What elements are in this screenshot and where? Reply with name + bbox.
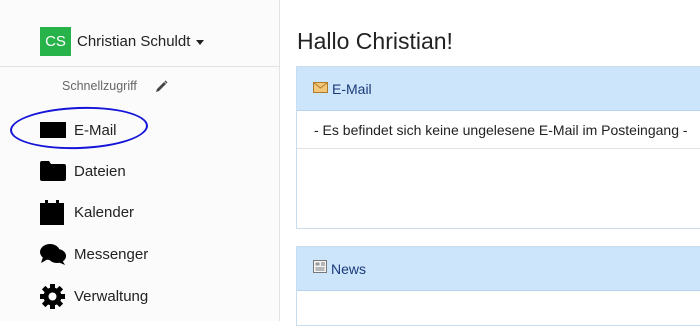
email-panel: E-Mail - Es befindet sich keine ungelese… xyxy=(296,66,700,229)
quick-access: Schnellzugriff xyxy=(62,79,168,93)
sidebar-item-dateien[interactable]: Dateien xyxy=(40,157,126,185)
email-panel-header[interactable]: E-Mail xyxy=(297,67,700,111)
sidebar-item-verwaltung[interactable]: Verwaltung xyxy=(40,282,148,310)
user-menu[interactable]: CS Christian Schuldt xyxy=(40,26,205,56)
news-panel-title: News xyxy=(331,260,367,277)
envelope-icon xyxy=(40,118,66,142)
email-status-message: - Es befindet sich keine ungelesene E-Ma… xyxy=(297,111,700,149)
sidebar-divider xyxy=(0,66,279,67)
calendar-icon xyxy=(40,199,66,225)
sidebar-item-label: Verwaltung xyxy=(74,287,149,305)
sidebar-item-label: Messenger xyxy=(74,245,149,263)
chat-icon xyxy=(40,242,66,266)
quick-access-label: Schnellzugriff xyxy=(62,79,137,93)
caret-down-icon xyxy=(196,39,205,45)
sidebar-item-label: E-Mail xyxy=(74,121,117,139)
folder-icon xyxy=(40,159,66,183)
sidebar-item-email[interactable]: E-Mail xyxy=(40,116,117,144)
sidebar-item-kalender[interactable]: Kalender xyxy=(40,198,134,226)
sidebar-item-label: Kalender xyxy=(74,203,135,221)
user-name: Christian Schuldt xyxy=(77,32,191,50)
gear-icon xyxy=(40,283,66,309)
news-panel-header[interactable]: News xyxy=(297,247,700,291)
news-panel: News xyxy=(296,246,700,326)
avatar: CS xyxy=(40,26,71,56)
newspaper-icon xyxy=(313,259,327,278)
pencil-icon[interactable] xyxy=(155,80,168,93)
envelope-icon xyxy=(313,80,328,98)
sidebar: CS Christian Schuldt Schnellzugriff E-Ma… xyxy=(0,0,280,321)
page-title: Hallo Christian! xyxy=(297,28,453,54)
sidebar-item-label: Dateien xyxy=(74,162,126,180)
sidebar-item-messenger[interactable]: Messenger xyxy=(40,240,148,268)
email-panel-title: E-Mail xyxy=(332,80,372,97)
